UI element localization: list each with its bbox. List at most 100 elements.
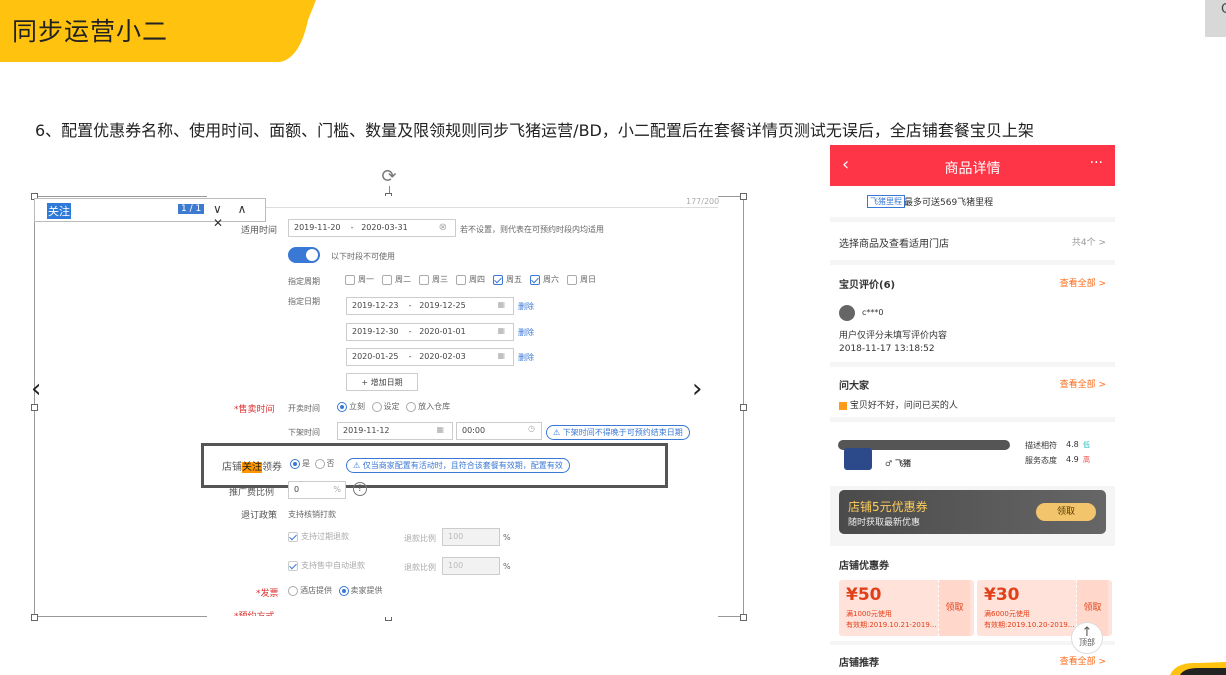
find-bar[interactable]: 关注 1 / 1 ∨ ∧ ✕ — [34, 198, 266, 230]
checkbox[interactable] — [345, 274, 355, 285]
invoice-seller-radio[interactable] — [338, 585, 349, 596]
clear-icon[interactable]: ⊗ — [439, 222, 447, 233]
clock-icon[interactable]: ◷ — [528, 424, 535, 433]
sale-now-radio[interactable] — [337, 401, 347, 412]
phone-preview: ‹ 商品详情 ··· 飞猪里程 最多可送569飞猪里程 选择商品及查看适用门店 … — [830, 145, 1115, 675]
invoice-options: 酒店提供 卖家提供 — [288, 585, 383, 596]
resize-handle-br[interactable] — [740, 614, 747, 621]
ratio-label: 推广费比例 — [229, 488, 275, 498]
refund-expired-option[interactable]: 支持过期退款 — [288, 531, 349, 542]
shop-coupon-banner: 店铺5元优惠券 随时获取最新优惠 领取 — [839, 490, 1106, 534]
weekday-option[interactable]: 周日 — [567, 274, 596, 285]
ask-section: 问大家 查看全部 > 宝贝好不好，问问已买的人 — [830, 367, 1115, 417]
select-row[interactable]: 选择商品及查看适用门店 共4个 > — [830, 222, 1115, 260]
coupon-get-button[interactable]: 领取 — [938, 580, 970, 636]
checkbox[interactable] — [419, 274, 429, 285]
use-time-range[interactable]: 2019-11-20 - 2020-03-31 ⊗ — [288, 219, 456, 237]
mileage-row: 飞猪里程 最多可送569飞猪里程 — [830, 186, 1115, 217]
ask-title: 问大家 — [839, 381, 869, 392]
weekday-option[interactable]: 周五 — [493, 274, 522, 285]
add-date-button[interactable]: + 增加日期 — [346, 373, 418, 391]
shop-info[interactable]: ♂ 飞猪 描述相符 4.8 低 服务态度 4.9 高 — [830, 422, 1115, 486]
delete-date-link[interactable]: 删除 — [518, 327, 534, 338]
coupon-section: 店铺优惠券 ¥50 满1000元使用 有效期:2019.10.21-2019..… — [830, 546, 1115, 641]
refund-value: 支持核销打款 — [288, 510, 336, 519]
corner-decoration — [1170, 662, 1226, 675]
delete-date-link[interactable]: 删除 — [518, 301, 534, 312]
unavailable-toggle[interactable] — [288, 247, 320, 263]
recommend-view-all[interactable]: 查看全部 > — [1060, 654, 1106, 667]
invoice-hotel-radio[interactable] — [288, 585, 298, 596]
banner-title: 店铺5元优惠券 — [848, 500, 928, 514]
mileage-text: 最多可送569飞猪里程 — [904, 198, 994, 208]
resize-handle-tr[interactable] — [740, 193, 747, 200]
find-query[interactable]: 关注 — [47, 203, 71, 219]
review-title: 宝贝评价(6) — [839, 280, 896, 291]
date-label: 指定日期 — [288, 297, 320, 306]
date-range-input[interactable]: 2020-01-25 - 2020-02-03 ▦ — [346, 348, 514, 366]
shop-logo — [844, 448, 872, 470]
offline-time-input[interactable]: 00:00 ◷ — [456, 422, 542, 440]
delete-date-link[interactable]: 删除 — [518, 352, 534, 363]
checkbox[interactable] — [493, 274, 503, 285]
weekday-option[interactable]: 周二 — [382, 274, 411, 285]
next-arrow-icon[interactable]: › — [692, 374, 702, 404]
mileage-tag: 飞猪里程 — [867, 195, 905, 208]
resize-handle-bl[interactable] — [31, 614, 38, 621]
ask-question: 宝贝好不好，问问已买的人 — [839, 398, 958, 411]
reviewer-name: c***0 — [862, 308, 884, 317]
calendar-icon[interactable]: ▦ — [497, 300, 505, 309]
weekday-option[interactable]: 周六 — [530, 274, 559, 285]
step-description: 6、配置优惠券名称、使用时间、面额、门槛、数量及限领规则同步飞猪运营/BD，小二… — [35, 121, 1034, 140]
fliggy-logo: ♂ 飞猪 — [885, 459, 911, 468]
checkbox[interactable] — [530, 274, 540, 285]
booking-label: *预约方式 — [234, 609, 275, 616]
weekday-group: 周一 周二 周三 周四 周五 周六 周日 — [345, 274, 604, 285]
offline-label: 下架时间 — [288, 428, 320, 437]
calendar-icon[interactable]: ▦ — [497, 351, 505, 360]
rotate-handle-icon[interactable]: ⟳ — [378, 166, 400, 188]
refund-auto-option[interactable]: 支持售中自动退款 — [288, 560, 365, 571]
sale-options: 立刻 设定 放入仓库 — [337, 401, 450, 412]
review-view-all[interactable]: 查看全部 > — [1060, 276, 1106, 289]
help-icon[interactable]: ? — [353, 482, 367, 496]
sale-start-label: 开卖时间 — [288, 404, 320, 413]
recommend-title: 店铺推荐 — [839, 658, 879, 669]
refund-ratio-input-2[interactable]: 100 — [442, 557, 500, 575]
unavailable-label: 以下时段不可使用 — [331, 252, 395, 261]
resize-handle-l[interactable] — [31, 404, 38, 411]
checkbox[interactable] — [567, 274, 577, 285]
banner-get-button[interactable]: 领取 — [1036, 503, 1096, 521]
form-panel — [207, 196, 718, 617]
sale-set-radio[interactable] — [371, 401, 382, 412]
refund-ratio-input-1[interactable]: 100 — [442, 528, 500, 546]
weekday-option[interactable]: 周三 — [419, 274, 448, 285]
date-range-input[interactable]: 2019-12-30 - 2020-01-01 ▦ — [346, 322, 514, 341]
question-icon — [839, 401, 847, 410]
offline-warning: ⚠ 下架时间不得晚于可预约结束日期 — [546, 425, 690, 440]
week-label: 指定周期 — [288, 277, 320, 286]
prev-arrow-icon[interactable]: ‹ — [31, 374, 41, 404]
ratio-input[interactable]: 0% — [288, 481, 346, 499]
date-range-input[interactable]: 2019-12-23 - 2019-12-25 ▦ — [346, 297, 514, 315]
calendar-icon[interactable]: ▦ — [436, 425, 444, 434]
more-icon[interactable]: ··· — [1090, 155, 1103, 171]
weekday-option[interactable]: 周一 — [345, 274, 374, 285]
weekday-option[interactable]: 周四 — [456, 274, 485, 285]
offline-date-input[interactable]: 2019-11-12 ▦ — [337, 422, 453, 440]
coupon-section-title: 店铺优惠券 — [839, 561, 889, 572]
refund-ratio-label-1: 退款比例 — [404, 534, 436, 543]
form-top-bar — [207, 196, 718, 208]
sale-warehouse-radio[interactable] — [406, 401, 417, 412]
find-count: 1 / 1 — [178, 204, 205, 214]
use-time-hint: 若不设置，则代表在可预约时段内均适用 — [460, 225, 604, 234]
back-to-top-button[interactable]: ↑ 顶部 — [1071, 622, 1103, 654]
calendar-icon[interactable]: ▦ — [497, 326, 505, 335]
resize-handle-r[interactable] — [740, 404, 747, 411]
checkbox[interactable] — [456, 274, 466, 285]
ask-view-all[interactable]: 查看全部 > — [1060, 377, 1106, 390]
review-text: 用户仅评分未填写评价内容 — [839, 331, 948, 341]
checkbox[interactable] — [382, 274, 392, 285]
coupon-card: ¥50 满1000元使用 有效期:2019.10.21-2019... 领取 — [839, 580, 974, 636]
invoice-label: *发票 — [256, 589, 279, 599]
